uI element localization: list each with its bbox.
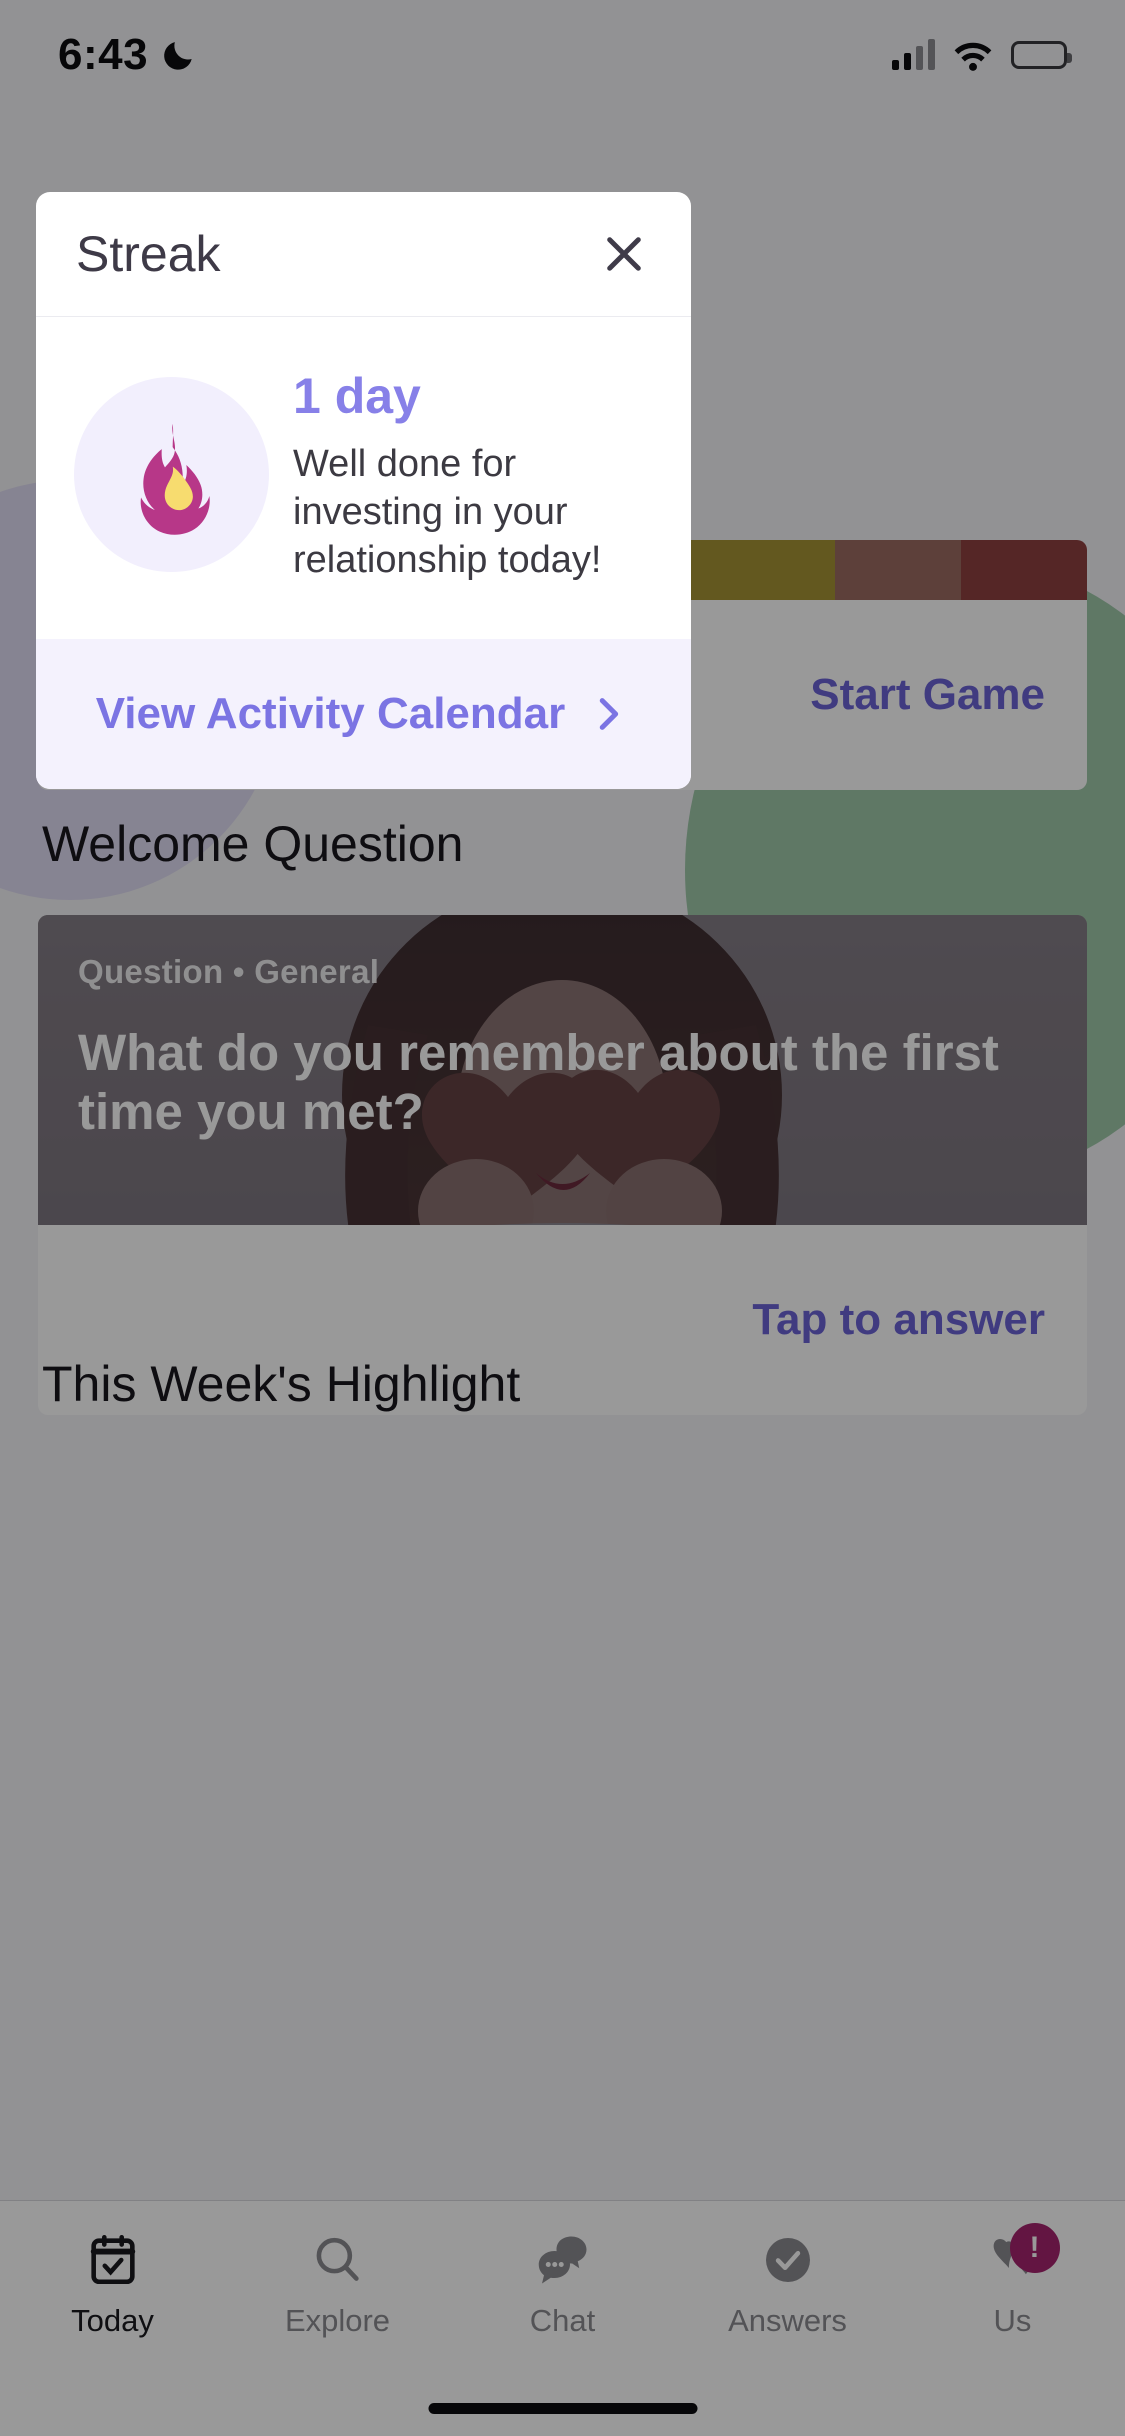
modal-header: Streak [36,192,691,317]
flame-icon-circle [74,377,269,573]
streak-description: Well done for investing in your relation… [293,443,602,581]
modal-body: 1 day Well done for investing in your re… [36,317,691,639]
chevron-right-icon [600,697,619,730]
modal-title: Streak [76,226,221,282]
view-activity-calendar-label: View Activity Calendar [95,688,566,738]
streak-text-block: 1 day Well done for investing in your re… [293,365,651,585]
streak-count: 1 day [293,368,421,424]
flame-icon [140,423,210,535]
close-x-icon[interactable] [591,221,657,287]
view-activity-calendar-button[interactable]: View Activity Calendar [36,638,691,789]
streak-modal: Streak 1 day Well done for investing in … [36,192,691,789]
